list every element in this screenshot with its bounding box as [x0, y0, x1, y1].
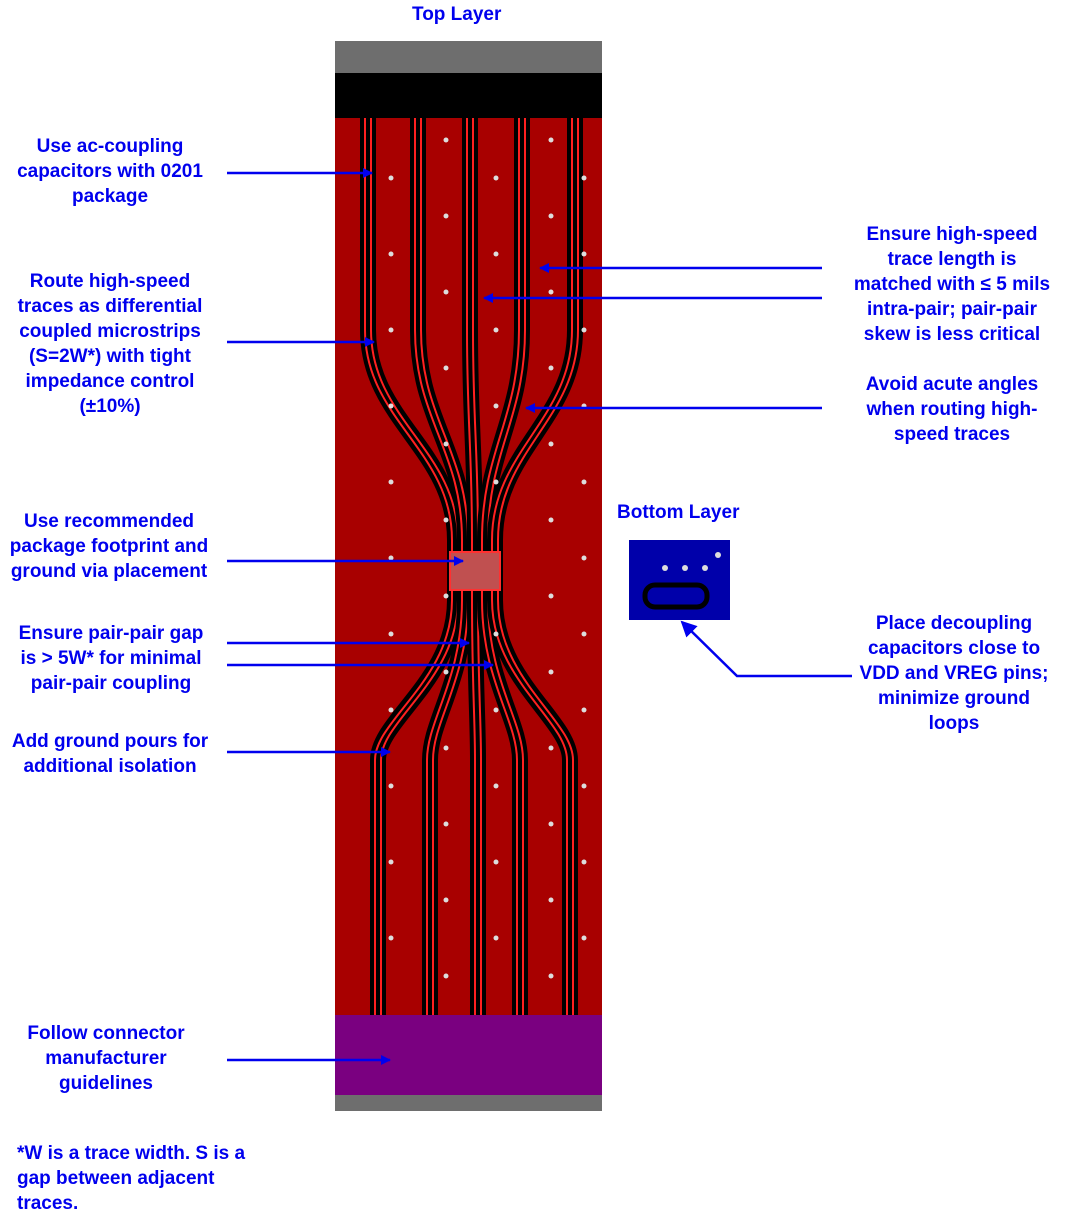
- via: [443, 517, 449, 523]
- via: [682, 565, 688, 571]
- via: [493, 251, 499, 257]
- via: [581, 555, 587, 561]
- connector-top: [335, 73, 602, 118]
- via: [443, 973, 449, 979]
- annotation-ac-coupling: Use ac-coupling capacitors with 0201 pac…: [17, 136, 203, 207]
- annotation-footprint: Use recommended package footprint and gr…: [9, 511, 209, 582]
- annotation-acute-angles: Avoid acute angles when routing high- sp…: [865, 374, 1039, 445]
- via: [443, 213, 449, 219]
- via: [493, 175, 499, 181]
- via: [715, 552, 721, 558]
- via: [493, 935, 499, 941]
- via: [388, 327, 394, 333]
- via: [493, 783, 499, 789]
- via: [581, 479, 587, 485]
- via: [581, 175, 587, 181]
- annotation-differential: Route high-speed traces as differential …: [17, 271, 203, 417]
- arrow-decoupling: [680, 620, 852, 678]
- via: [388, 403, 394, 409]
- via: [388, 251, 394, 257]
- via: [388, 175, 394, 181]
- annotation-pair-gap: Ensure pair-pair gap is > 5W* for minima…: [18, 623, 204, 694]
- via: [443, 365, 449, 371]
- top-layer-board: [335, 41, 602, 1111]
- via: [548, 821, 554, 827]
- via: [548, 289, 554, 295]
- via: [388, 859, 394, 865]
- via: [581, 859, 587, 865]
- via: [581, 707, 587, 713]
- via: [548, 745, 554, 751]
- via: [443, 289, 449, 295]
- via: [548, 973, 554, 979]
- via: [388, 935, 394, 941]
- annotation-decoupling: Place decoupling capacitors close to VDD…: [859, 613, 1049, 734]
- via: [581, 935, 587, 941]
- via: [388, 631, 394, 637]
- ic-package-footprint: [449, 551, 501, 591]
- via: [581, 251, 587, 257]
- via: [443, 821, 449, 827]
- via: [443, 593, 449, 599]
- via: [493, 403, 499, 409]
- via: [388, 707, 394, 713]
- via: [443, 745, 449, 751]
- via: [493, 479, 499, 485]
- via: [581, 783, 587, 789]
- via: [493, 859, 499, 865]
- via: [581, 631, 587, 637]
- board-edge-bottom: [335, 1095, 602, 1111]
- via: [443, 897, 449, 903]
- via: [702, 565, 708, 571]
- footnote: *W is a trace width. S is a gap between …: [17, 1143, 246, 1214]
- via: [548, 441, 554, 447]
- via: [548, 897, 554, 903]
- via: [548, 213, 554, 219]
- annotation-connector: Follow connector manufacturer guidelines: [27, 1023, 185, 1094]
- via: [388, 479, 394, 485]
- board-edge-top: [335, 41, 602, 73]
- via: [493, 631, 499, 637]
- via: [581, 327, 587, 333]
- via: [443, 137, 449, 143]
- via: [548, 365, 554, 371]
- via: [548, 517, 554, 523]
- annotation-length-match: Ensure high-speed trace length is matche…: [853, 224, 1051, 345]
- via: [493, 707, 499, 713]
- annotation-ground-pours: Add ground pours for additional isolatio…: [11, 731, 209, 777]
- via: [443, 669, 449, 675]
- via: [443, 441, 449, 447]
- via: [493, 327, 499, 333]
- via: [548, 593, 554, 599]
- via: [388, 783, 394, 789]
- connector-bottom: [335, 1015, 602, 1095]
- via: [548, 669, 554, 675]
- via: [548, 137, 554, 143]
- bottom-layer-board: [629, 540, 730, 620]
- via: [662, 565, 668, 571]
